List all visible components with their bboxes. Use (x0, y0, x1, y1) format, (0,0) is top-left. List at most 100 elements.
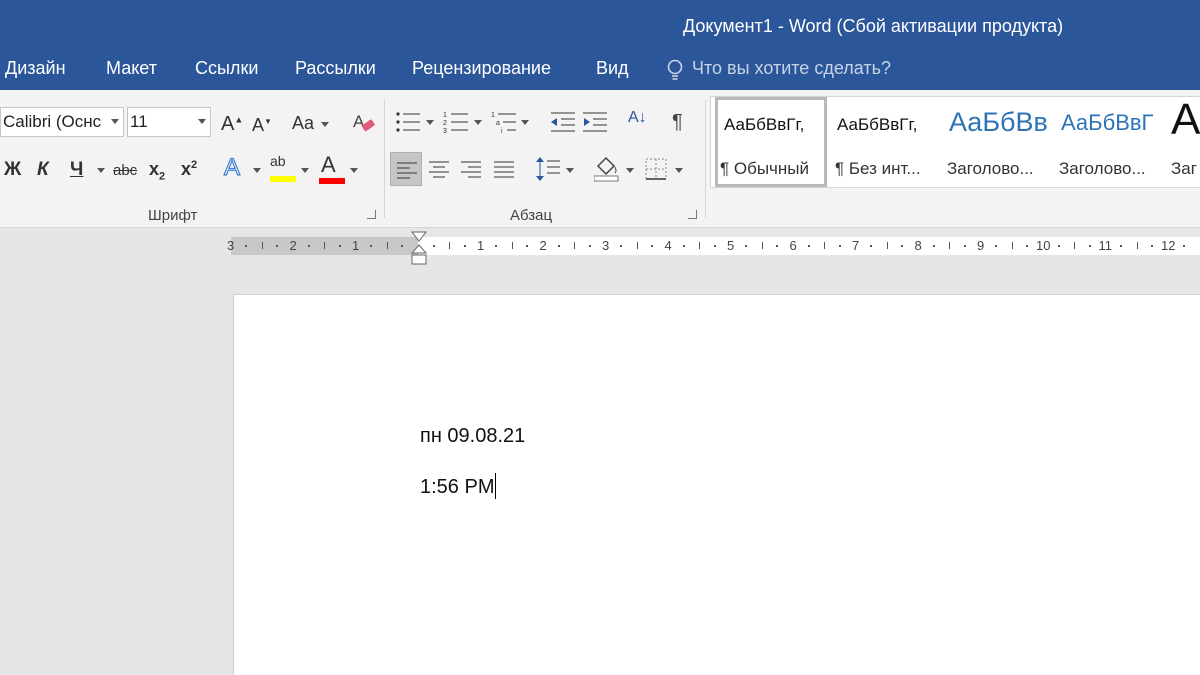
style-preview: АаБбВв (949, 107, 1048, 137)
align-right-icon (461, 161, 481, 178)
borders-icon (645, 158, 667, 180)
bullets-button[interactable] (395, 110, 421, 137)
style-heading-1[interactable]: АаБбВв Заголово... (941, 97, 1053, 187)
ruler-dot (338, 245, 341, 247)
sort-button[interactable]: А↓ (628, 110, 647, 126)
line-spacing-button[interactable] (536, 156, 560, 185)
style-preview: АаБбВвГ (1061, 110, 1154, 135)
window-title: Документ1 - Word (Сбой активации продукт… (683, 16, 1064, 36)
strikethrough-button[interactable]: abc (113, 163, 137, 178)
ruler-dot (588, 245, 591, 247)
title-and-tabs-bar: Документ1 - Word (Сбой активации продукт… (0, 0, 1200, 90)
ruler-number: 7 (852, 238, 860, 253)
ruler-dot (901, 245, 904, 247)
font-group-label: Шрифт (148, 207, 198, 224)
svg-text:2: 2 (443, 120, 447, 127)
shading-button[interactable] (593, 154, 620, 185)
ruler-tick (699, 242, 701, 249)
align-left-button[interactable] (390, 152, 422, 186)
ruler-dot (526, 245, 529, 247)
style-heading-2[interactable]: АаБбВвГ Заголово... (1053, 97, 1165, 187)
grow-font-label: A (221, 113, 235, 135)
text-effects-button[interactable]: A (223, 155, 240, 180)
grow-font-button[interactable]: A▲ (221, 114, 243, 134)
tab-design[interactable]: Дизайн (5, 58, 66, 79)
horizontal-ruler[interactable]: 3 2 1 1 2 3 4 5 6 7 8 9 10 11 12 (227, 237, 1200, 255)
ruler-dot (932, 245, 935, 247)
style-preview: АаБбВвГг, (724, 115, 805, 134)
italic-button[interactable]: К (37, 160, 49, 179)
tab-view[interactable]: Вид (596, 58, 629, 79)
highlight-label: ab (270, 153, 286, 169)
ruler-dot (1026, 245, 1029, 247)
borders-button[interactable] (645, 158, 667, 183)
ruler-dot (682, 245, 685, 247)
numbering-button[interactable]: 123 (443, 110, 469, 137)
shrink-font-button[interactable]: A▼ (252, 116, 272, 134)
paragraph-group-label: Абзац (510, 207, 553, 224)
superscript-label: x (181, 159, 192, 179)
font-name-combo[interactable]: Calibri (Оснс (0, 107, 124, 137)
ruler-number: 10 (1036, 238, 1051, 253)
bold-button[interactable]: Ж (4, 160, 21, 179)
ruler-tick (949, 242, 951, 249)
style-preview: А (1171, 97, 1200, 144)
ruler-number: 8 (914, 238, 922, 253)
indent-marker-icon[interactable] (411, 231, 427, 267)
change-case-button[interactable]: Aa (292, 114, 314, 132)
superscript-button[interactable]: x2 (181, 159, 198, 179)
change-case-label: Aa (292, 113, 315, 133)
ruler-dot (557, 245, 560, 247)
ruler-dot (995, 245, 998, 247)
underline-button[interactable]: Ч (70, 160, 83, 179)
ruler-number: 1 (352, 238, 360, 253)
align-right-button[interactable] (461, 160, 481, 181)
tab-mailings[interactable]: Рассылки (295, 58, 376, 79)
ruler-dot (745, 245, 748, 247)
document-page[interactable]: пн 09.08.21 1:56 PM (233, 294, 1200, 675)
ruler-dot (307, 245, 310, 247)
superscript-mark: 2 (191, 159, 198, 171)
style-no-spacing[interactable]: АаБбВвГг, ¶ Без инт... (829, 97, 941, 187)
multilevel-list-button[interactable]: 1ai (491, 110, 517, 137)
subscript-button[interactable]: x2 (149, 160, 165, 183)
decrease-indent-icon (551, 112, 575, 132)
ruler-dot (807, 245, 810, 247)
ruler-tick (1011, 242, 1013, 249)
font-color-label: A (321, 152, 336, 177)
ruler-tick (1074, 242, 1076, 249)
ruler-tick (261, 242, 263, 249)
subscript-mark: 2 (159, 170, 166, 183)
tab-review[interactable]: Рецензирование (412, 58, 551, 79)
tell-me-placeholder: Что вы хотите сделать? (692, 58, 891, 78)
decrease-indent-button[interactable] (550, 110, 576, 137)
styles-gallery: АаБбВвГг, ¶ Обычный АаБбВвГг, ¶ Без инт.… (710, 96, 1200, 188)
font-dialog-launcher[interactable] (367, 210, 376, 219)
ruler-dot (1182, 245, 1185, 247)
ruler-dot (1088, 245, 1091, 247)
ruler-dot (963, 245, 966, 247)
ruler-dot (776, 245, 779, 247)
svg-text:1: 1 (491, 112, 495, 119)
tab-layout[interactable]: Макет (106, 58, 157, 79)
document-line-time-text: 1:56 PM (420, 476, 495, 498)
ruler-number: 1 (477, 238, 485, 253)
svg-text:1: 1 (443, 112, 447, 119)
ruler-number: 5 (727, 238, 735, 253)
style-normal[interactable]: АаБбВвГг, ¶ Обычный (715, 97, 827, 187)
highlight-button[interactable]: ab (270, 153, 296, 182)
justify-button[interactable] (494, 160, 514, 181)
font-size-combo[interactable]: 11 (127, 107, 211, 137)
ruler-tick (636, 242, 638, 249)
font-color-button[interactable]: A (319, 152, 345, 184)
clear-formatting-button[interactable]: A (352, 110, 376, 139)
ruler-number: 3 (602, 238, 610, 253)
style-title[interactable]: А Заг (1165, 97, 1200, 187)
show-formatting-marks-button[interactable]: ¶ (672, 112, 683, 132)
tab-references[interactable]: Ссылки (195, 58, 258, 79)
paragraph-dialog-launcher[interactable] (688, 210, 697, 219)
line-spacing-icon (536, 157, 560, 181)
align-center-button[interactable] (429, 160, 449, 181)
increase-indent-button[interactable] (582, 110, 608, 137)
ruler-dot (838, 245, 841, 247)
